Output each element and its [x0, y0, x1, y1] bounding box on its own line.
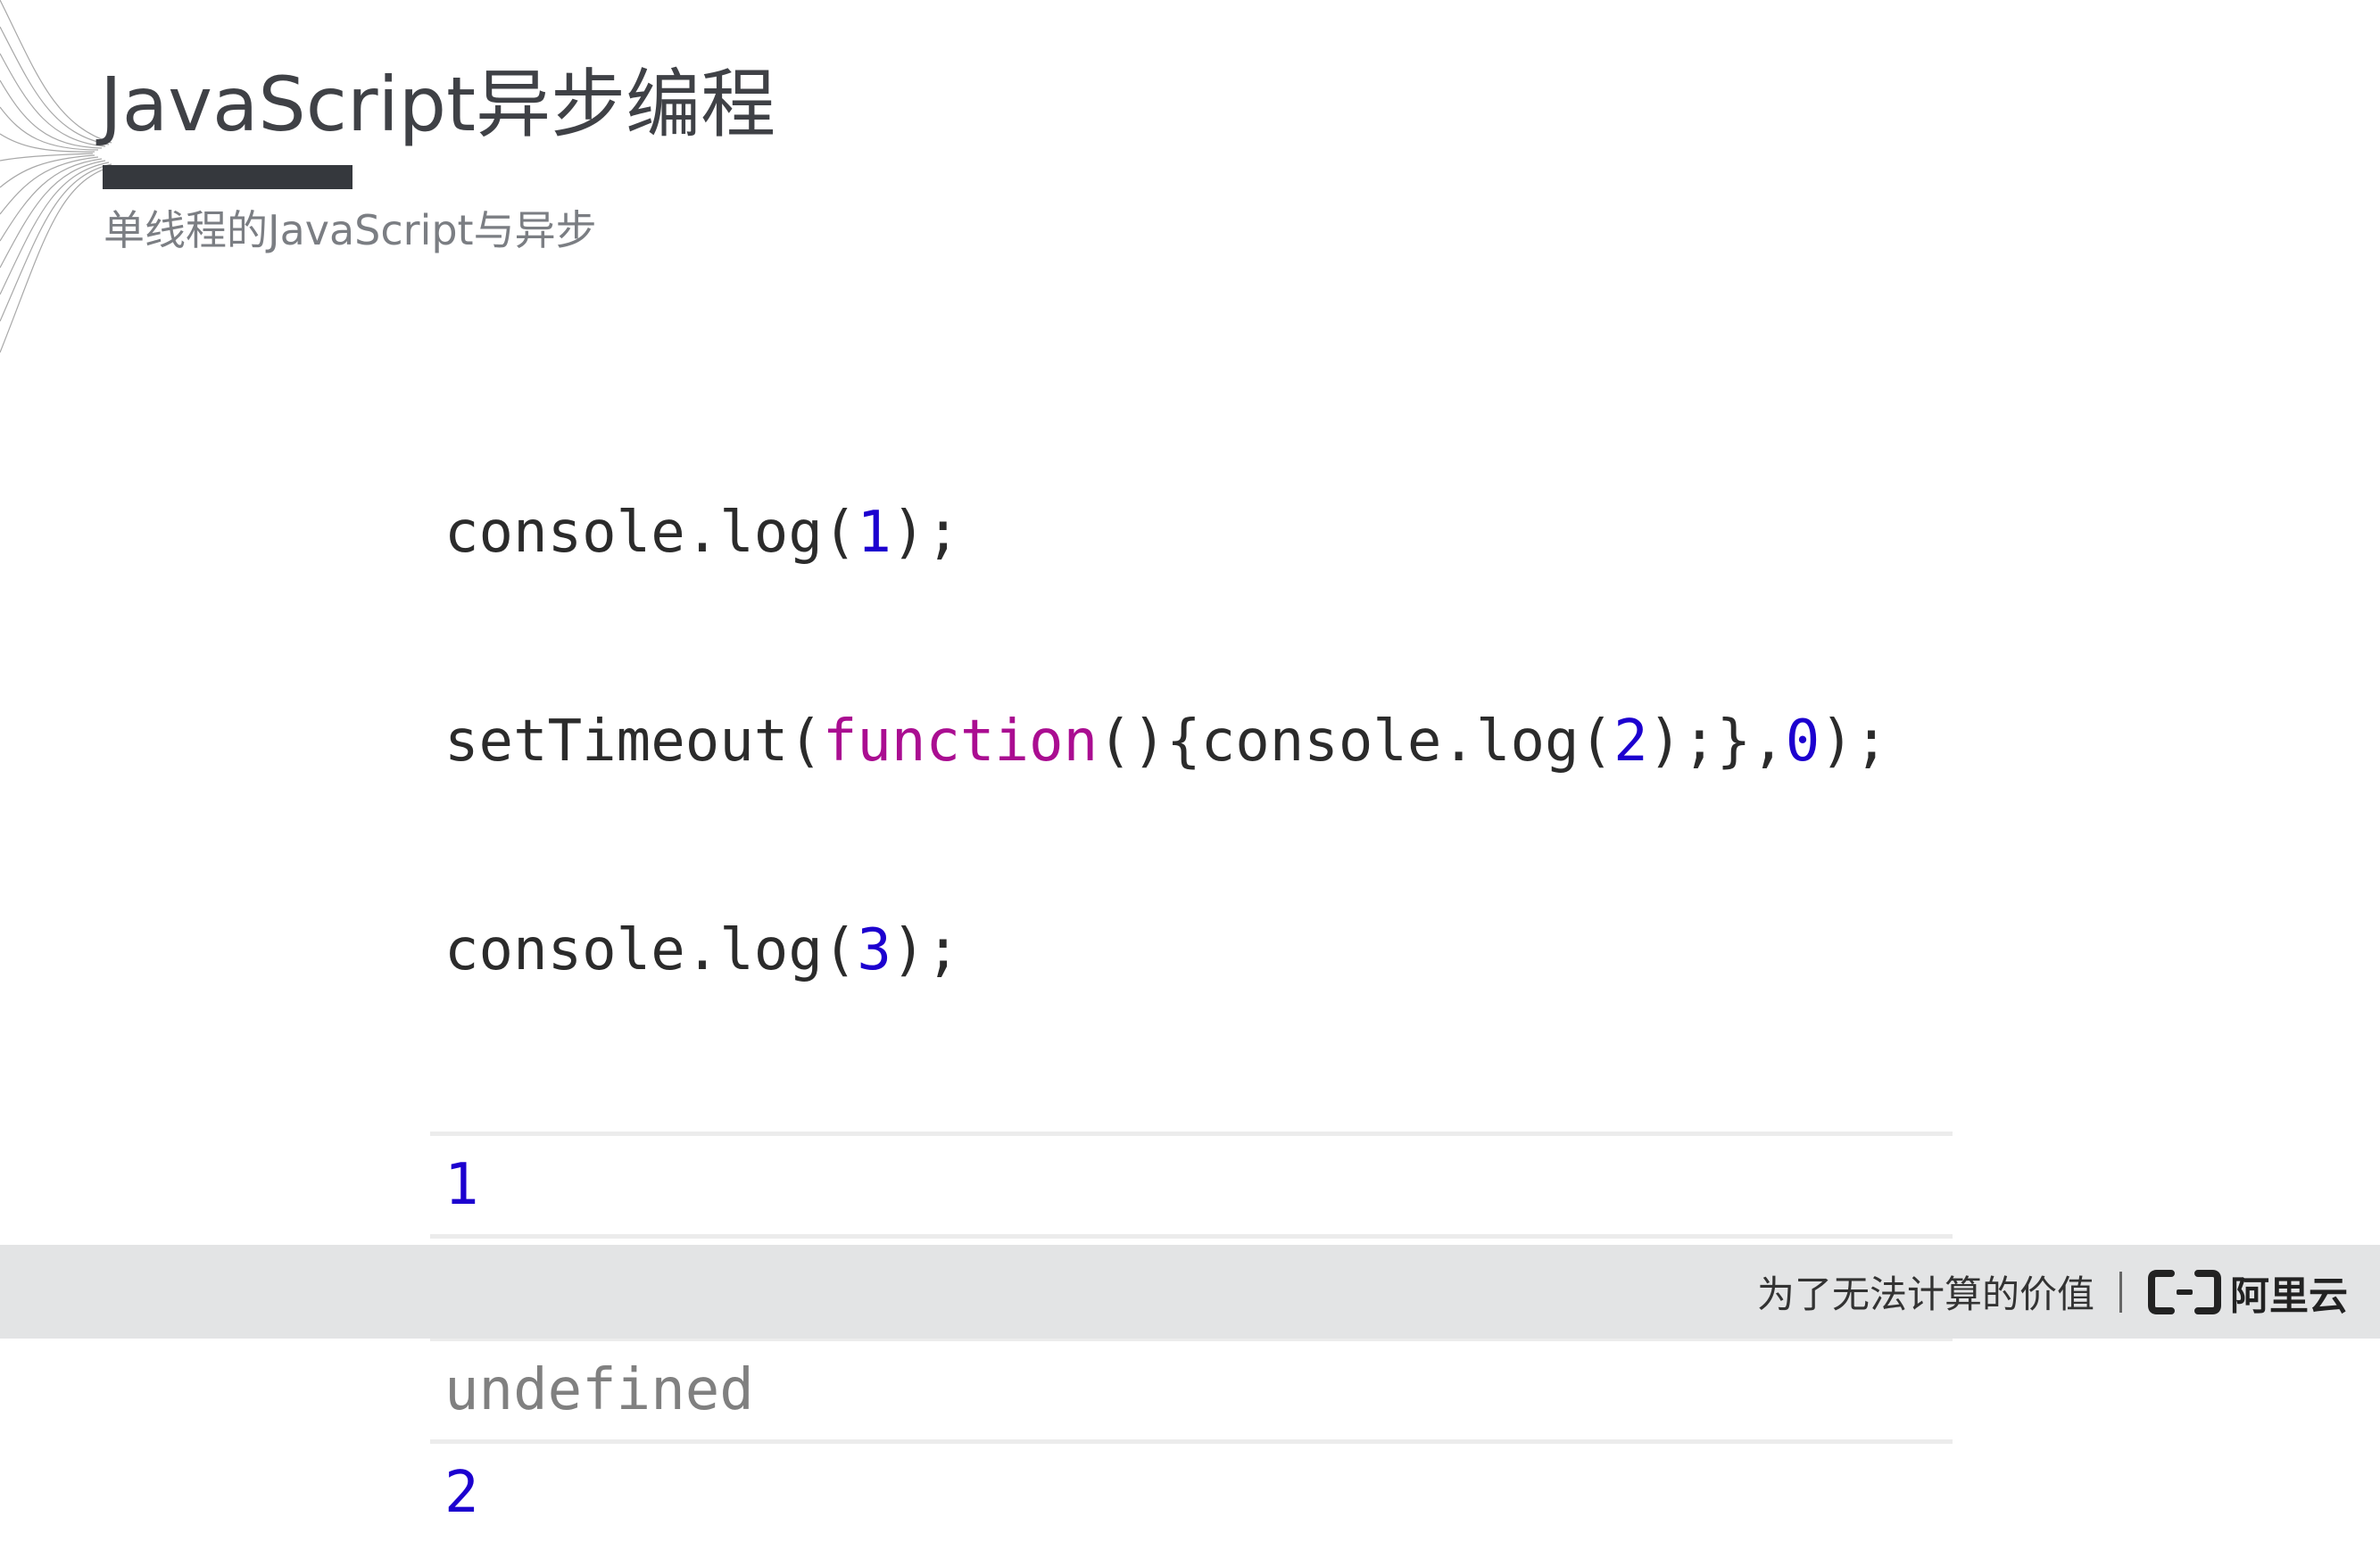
- aliyun-bracket-logo-icon: [2148, 1269, 2221, 1314]
- code-token: );: [1820, 709, 1889, 775]
- console-output-row-undefined: undefined: [430, 1341, 1953, 1444]
- code-number: 1: [857, 500, 891, 566]
- code-number: 0: [1785, 709, 1820, 775]
- code-input: console.log(1); setTimeout(function(){co…: [430, 359, 1953, 1124]
- code-token: setTimeout(: [444, 709, 823, 775]
- code-line-3: console.log(3);: [444, 916, 1953, 985]
- footer-brand-name: 阿里云: [2230, 1273, 2348, 1319]
- code-token: );},: [1647, 709, 1786, 775]
- code-token: console.log(: [444, 500, 858, 566]
- code-token: (){console.log(: [1098, 709, 1614, 775]
- title-underline-bar: [103, 165, 352, 189]
- code-token: );: [891, 500, 960, 566]
- console-output-row: 1: [430, 1136, 1953, 1239]
- console-output-row: 2: [444, 1460, 479, 1526]
- aliyun-logo: 阿里云: [2148, 1245, 2348, 1339]
- footer-bar: 为了无法计算的价值 阿里云: [0, 1245, 2380, 1339]
- footer-divider: [2119, 1272, 2122, 1313]
- code-token: console.log(: [444, 917, 858, 983]
- code-line-2: setTimeout(function(){console.log(2);},0…: [444, 707, 1953, 776]
- code-line-1: console.log(1);: [444, 498, 1953, 568]
- footer-slogan: 为了无法计算的价值: [1756, 1273, 2094, 1316]
- code-number: 3: [857, 917, 891, 983]
- slide-subtitle: 单线程的JavaScript与异步: [104, 206, 597, 254]
- code-token: );: [891, 917, 960, 983]
- slide-title: JavaScript异步编程: [100, 61, 776, 148]
- code-number: 2: [1613, 709, 1648, 775]
- console-panel: console.log(1); setTimeout(function(){co…: [430, 359, 1953, 1542]
- code-keyword: function: [822, 709, 1099, 775]
